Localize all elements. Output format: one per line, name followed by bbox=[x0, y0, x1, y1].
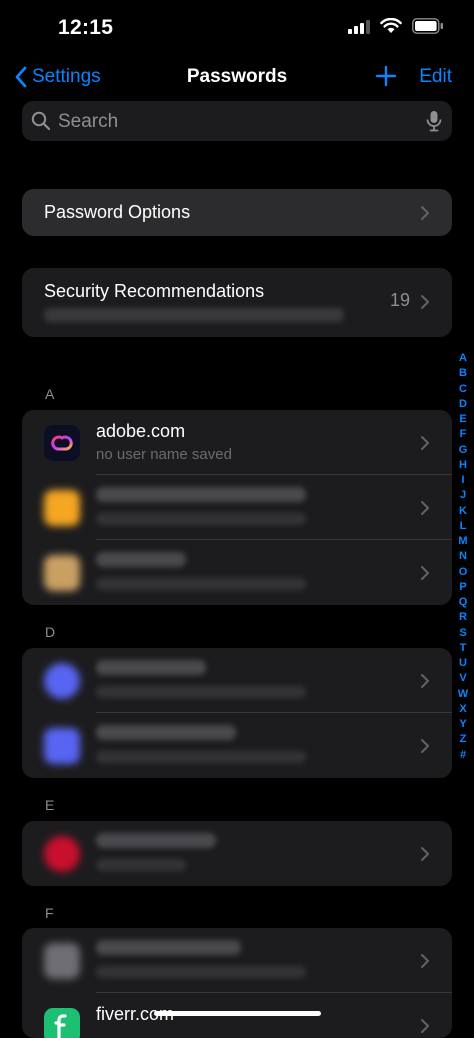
index-letter[interactable]: # bbox=[460, 748, 466, 763]
index-letter[interactable]: D bbox=[459, 397, 467, 412]
discord-icon bbox=[44, 728, 80, 764]
account-row-adobe[interactable]: adobe.com no user name saved bbox=[22, 410, 452, 475]
section-header-a: A bbox=[45, 386, 55, 402]
chevron-right-icon bbox=[421, 1019, 429, 1033]
chevron-right-icon bbox=[421, 501, 429, 515]
index-letter[interactable]: E bbox=[459, 412, 466, 427]
index-letter[interactable]: T bbox=[460, 641, 467, 656]
index-letter[interactable]: S bbox=[459, 626, 466, 641]
index-letter[interactable]: A bbox=[459, 351, 467, 366]
redacted-subtitle bbox=[96, 578, 306, 590]
chevron-right-icon bbox=[421, 566, 429, 580]
search-icon bbox=[31, 111, 51, 131]
redacted-title bbox=[96, 487, 306, 502]
redacted-subtitle bbox=[96, 513, 306, 525]
account-row-redacted[interactable] bbox=[22, 821, 452, 886]
redacted-subtitle bbox=[96, 859, 186, 871]
navigation-bar: Settings Passwords Edit bbox=[0, 60, 474, 94]
chevron-right-icon bbox=[421, 739, 429, 753]
home-indicator[interactable] bbox=[154, 1011, 321, 1016]
index-letter[interactable]: B bbox=[459, 366, 467, 381]
chevron-right-icon bbox=[421, 295, 429, 309]
status-icons bbox=[348, 18, 444, 34]
accounts-group-d bbox=[22, 648, 452, 778]
index-letter[interactable]: J bbox=[460, 488, 466, 503]
chevron-right-icon bbox=[421, 206, 429, 220]
index-letter[interactable]: K bbox=[459, 504, 467, 519]
index-letter[interactable]: F bbox=[460, 427, 467, 442]
account-title: adobe.com bbox=[96, 421, 186, 441]
discord-icon bbox=[44, 663, 80, 699]
section-header-e: E bbox=[45, 797, 55, 813]
section-header-f: F bbox=[45, 905, 54, 921]
redacted-subtitle bbox=[96, 751, 306, 763]
accounts-group-f: fiverr.com bbox=[22, 928, 452, 1038]
index-letter[interactable]: Y bbox=[459, 717, 466, 732]
wifi-icon bbox=[380, 18, 402, 34]
redacted-title bbox=[96, 833, 216, 848]
chevron-right-icon bbox=[421, 436, 429, 450]
index-letter[interactable]: R bbox=[459, 610, 467, 625]
site-icon bbox=[44, 943, 80, 979]
page-title: Passwords bbox=[186, 66, 288, 87]
accounts-group-a: adobe.com no user name saved bbox=[22, 410, 452, 605]
redacted-title bbox=[96, 940, 241, 955]
chevron-right-icon bbox=[421, 674, 429, 688]
account-row-redacted[interactable] bbox=[22, 475, 452, 540]
battery-icon bbox=[412, 18, 444, 34]
cellular-signal-icon bbox=[348, 18, 370, 34]
index-letter[interactable]: V bbox=[459, 671, 466, 686]
account-row-redacted[interactable] bbox=[22, 648, 452, 713]
account-row-redacted[interactable] bbox=[22, 713, 452, 778]
section-header-d: D bbox=[45, 624, 56, 640]
alphabet-index[interactable]: A B C D E F G H I J K L M N O P Q R S T U V W X Y Z # bbox=[456, 351, 470, 763]
index-letter[interactable]: Q bbox=[459, 595, 468, 610]
index-letter[interactable]: X bbox=[459, 702, 466, 717]
amazon-icon bbox=[44, 490, 80, 526]
index-letter[interactable]: N bbox=[459, 549, 467, 564]
index-letter[interactable]: U bbox=[459, 656, 467, 671]
adobe-creative-cloud-icon bbox=[44, 425, 80, 461]
chevron-right-icon bbox=[421, 954, 429, 968]
account-row-redacted[interactable] bbox=[22, 928, 452, 993]
search-bar[interactable] bbox=[22, 101, 452, 143]
redacted-title bbox=[96, 660, 206, 675]
redacted-title bbox=[96, 552, 186, 567]
index-letter[interactable]: W bbox=[458, 687, 468, 702]
accounts-group-e bbox=[22, 821, 452, 886]
edit-button[interactable]: Edit bbox=[419, 66, 452, 88]
password-options-row[interactable]: Password Options bbox=[22, 189, 452, 236]
security-recommendations-label: Security Recommendations bbox=[44, 281, 265, 301]
chevron-right-icon bbox=[421, 847, 429, 861]
redacted-title bbox=[96, 725, 236, 740]
redacted-subtitle bbox=[96, 686, 306, 698]
account-row-redacted[interactable] bbox=[22, 540, 452, 605]
search-input[interactable] bbox=[56, 101, 430, 143]
site-icon bbox=[44, 836, 80, 872]
status-time: 12:15 bbox=[58, 16, 114, 39]
status-bar: 12:15 bbox=[0, 0, 474, 56]
fiverr-icon bbox=[44, 1008, 80, 1038]
add-icon[interactable] bbox=[374, 62, 398, 90]
index-letter[interactable]: C bbox=[459, 382, 467, 397]
security-count-badge: 19 bbox=[389, 290, 410, 310]
index-letter[interactable]: P bbox=[459, 580, 466, 595]
microphone-icon[interactable] bbox=[426, 110, 442, 132]
index-letter[interactable]: Z bbox=[460, 732, 467, 747]
account-subtitle: no user name saved bbox=[96, 446, 232, 463]
index-letter[interactable]: L bbox=[460, 519, 467, 534]
index-letter[interactable]: M bbox=[458, 534, 467, 549]
password-options-label: Password Options bbox=[44, 202, 191, 222]
index-letter[interactable]: H bbox=[459, 458, 467, 473]
amazon-box-icon bbox=[44, 555, 80, 591]
index-letter[interactable]: I bbox=[461, 473, 464, 488]
redacted-subtitle bbox=[44, 308, 344, 322]
redacted-subtitle bbox=[96, 966, 306, 978]
index-letter[interactable]: O bbox=[459, 565, 468, 580]
security-recommendations-row[interactable]: Security Recommendations 19 bbox=[22, 268, 452, 337]
index-letter[interactable]: G bbox=[459, 443, 468, 458]
